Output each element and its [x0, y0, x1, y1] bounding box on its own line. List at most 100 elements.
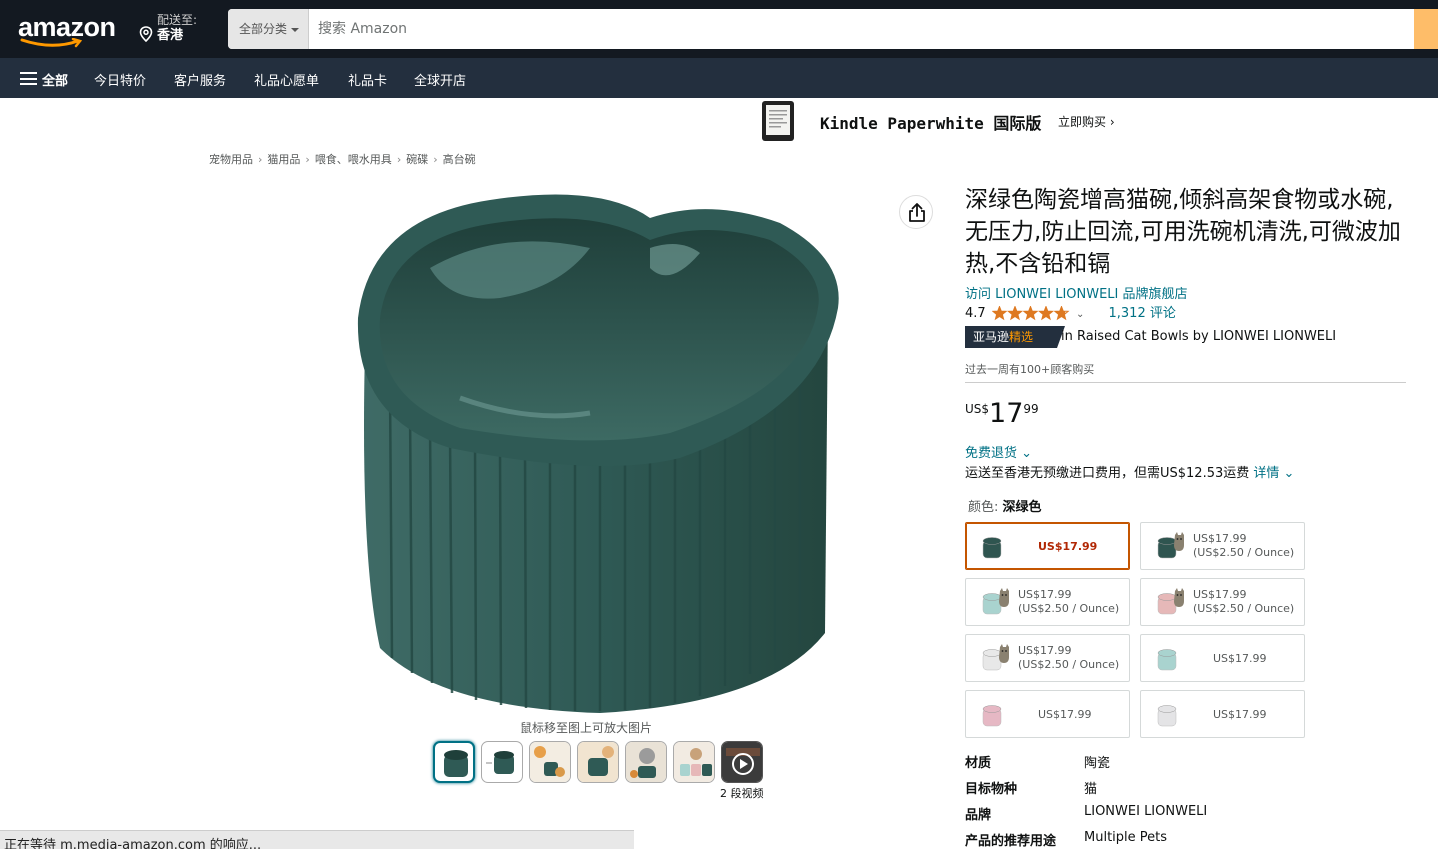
- price-currency: US$: [965, 402, 990, 416]
- swatch-price-value: US$17.99: [1038, 540, 1098, 553]
- star-icon: [1039, 306, 1053, 320]
- breadcrumb-separator: ›: [258, 153, 263, 166]
- nav-all[interactable]: 全部: [42, 70, 68, 89]
- swatch-price: US$17.99: [1213, 708, 1267, 722]
- shipping-info: 运送至香港无预缴进口费用，但需US$12.53运费 详情 ⌄: [965, 462, 1294, 481]
- swatch-thumbnail-icon: [1157, 649, 1177, 671]
- breadcrumb-item[interactable]: 宠物用品: [209, 153, 253, 166]
- swatch-thumbnail-icon: [982, 537, 1002, 559]
- nav-bar: 全部 今日特价 客户服务 礼品心愿单 礼品卡 全球开店: [0, 58, 1438, 98]
- star-icon: [1023, 306, 1037, 320]
- kindle-device-icon: [762, 101, 794, 141]
- swatch-price: US$17.99 (US$2.50 / Ounce): [1193, 588, 1294, 616]
- search-category-label: 全部分类: [239, 22, 288, 36]
- search-input[interactable]: [310, 9, 1414, 49]
- price-fraction: 99: [1023, 402, 1039, 416]
- swatch-thumbnail-icon: [982, 705, 1002, 727]
- zoom-hint: 鼠标移至图上可放大图片: [520, 721, 653, 735]
- swatch-thumbnail-icon: [1157, 705, 1177, 727]
- swatch-thumbnail-icon: [1157, 588, 1184, 615]
- rating-row: 4.7 ⌄ 1,312 评论: [965, 302, 1176, 321]
- breadcrumb-separator: ›: [396, 153, 402, 166]
- swatch-price-value: US$17.99: [1213, 708, 1267, 721]
- spec-key: 目标物种: [965, 782, 1018, 797]
- search-category-select[interactable]: 全部分类: [228, 9, 309, 49]
- breadcrumb-separator: ›: [433, 153, 438, 166]
- product-title: 深绿色陶瓷增高猫碗,倾斜高架食物或水碗,无压力,防止回流,可用洗碗机清洗,可微波…: [965, 187, 1401, 277]
- choice-prefix: 亚马逊: [973, 330, 1010, 344]
- swatch-thumbnail-icon: [982, 644, 1009, 671]
- store-link[interactable]: 访问 LIONWEI LIONWELI 品牌旗舰店: [965, 283, 1188, 302]
- shipping-text: 运送至香港无预缴进口费用，但需US$12.53运费: [965, 466, 1254, 481]
- swatch-price: US$17.99: [1038, 540, 1097, 554]
- breadcrumb-item[interactable]: 喂食、喂水用具: [315, 153, 392, 166]
- nav-item-registry[interactable]: 礼品心愿单: [254, 70, 319, 89]
- color-swatch[interactable]: US$17.99: [965, 690, 1130, 738]
- swatch-price-value: US$17.99: [1213, 652, 1267, 665]
- swatch-unit-price: (US$2.50 / Ounce): [1018, 658, 1120, 671]
- hamburger-menu-icon[interactable]: [20, 72, 37, 85]
- breadcrumb-item[interactable]: 高台碗: [443, 153, 476, 166]
- color-swatch[interactable]: US$17.99: [965, 522, 1130, 570]
- free-returns-link[interactable]: 免费退货 ⌄: [965, 442, 1032, 461]
- nav-item-customer-service[interactable]: 客户服务: [174, 70, 226, 89]
- swatch-price: US$17.99 (US$2.50 / Ounce): [1018, 588, 1119, 616]
- swatch-thumbnail-icon: [1157, 532, 1184, 559]
- swatch-thumbnail-icon: [982, 588, 1009, 615]
- loading-status-bar: 正在等待 m.media-amazon.com 的响应...: [0, 830, 634, 849]
- thumbnail[interactable]: [433, 741, 475, 783]
- spec-value: 陶瓷: [1084, 756, 1111, 771]
- thumbnail[interactable]: [673, 741, 715, 783]
- nav-item-sell[interactable]: 全球开店: [414, 70, 466, 89]
- shipping-details-link[interactable]: 详情 ⌄: [1253, 466, 1294, 481]
- star-rating-icon[interactable]: [991, 306, 1070, 321]
- choice-label: 亚马逊精选: [965, 326, 1057, 348]
- bought-count: 过去一周有100+顾客购买: [965, 363, 1095, 376]
- star-icon: [992, 306, 1006, 320]
- thumbnail[interactable]: [577, 741, 619, 783]
- banner-cta[interactable]: 立即购买 ›: [1058, 113, 1115, 130]
- color-swatch[interactable]: US$17.99 (US$2.50 / Ounce): [965, 578, 1130, 626]
- choice-category-text[interactable]: in Raised Cat Bowls by LIONWEI LIONWELI: [1061, 329, 1336, 344]
- price: US$1799: [965, 398, 1039, 429]
- color-swatch[interactable]: US$17.99 (US$2.50 / Ounce): [1140, 522, 1305, 570]
- color-swatch[interactable]: US$17.99 (US$2.50 / Ounce): [965, 634, 1130, 682]
- color-swatch[interactable]: US$17.99 (US$2.50 / Ounce): [1140, 578, 1305, 626]
- spec-key: 品牌: [965, 808, 992, 823]
- chevron-down-icon[interactable]: ⌄: [1076, 309, 1084, 320]
- top-header: amazon 配送至: 香港 全部分类: [0, 0, 1438, 58]
- chevron-down-icon: [291, 27, 300, 32]
- color-swatch[interactable]: US$17.99: [1140, 634, 1305, 682]
- divider: [965, 382, 1406, 383]
- nav-item-deals[interactable]: 今日特价: [94, 70, 146, 89]
- breadcrumb-item[interactable]: 碗碟: [406, 153, 428, 166]
- swatch-price-value: US$17.99: [1038, 708, 1092, 721]
- main-product-image[interactable]: [350, 178, 845, 718]
- swatch-unit-price: (US$2.50 / Ounce): [1193, 546, 1295, 559]
- share-button[interactable]: [899, 195, 933, 229]
- swatch-price-value: US$17.99: [1193, 588, 1247, 601]
- rating-value: 4.7: [965, 306, 986, 321]
- spec-value: Multiple Pets: [1084, 830, 1168, 845]
- thumbnail[interactable]: [529, 741, 571, 783]
- deliver-to[interactable]: 配送至: 香港: [137, 13, 197, 43]
- nav-item-gift-cards[interactable]: 礼品卡: [348, 70, 387, 89]
- logo-smile-icon: [20, 38, 83, 48]
- thumbnail[interactable]: [625, 741, 667, 783]
- thumbnail[interactable]: [481, 741, 523, 783]
- video-thumbnail[interactable]: [721, 741, 763, 783]
- swatch-unit-price: (US$2.50 / Ounce): [1193, 602, 1295, 615]
- breadcrumb-separator: ›: [305, 153, 310, 166]
- search-bar: 全部分类: [228, 9, 1438, 49]
- deliver-location: 香港: [157, 28, 184, 43]
- color-swatch[interactable]: US$17.99: [1140, 690, 1305, 738]
- price-whole: 17: [989, 398, 1024, 429]
- color-selected-value: 深绿色: [1002, 500, 1042, 515]
- search-button[interactable]: [1414, 9, 1438, 49]
- deliver-label: 配送至:: [157, 13, 198, 27]
- reviews-link[interactable]: 1,312 评论: [1109, 306, 1176, 321]
- breadcrumb-item[interactable]: 猫用品: [267, 153, 300, 166]
- swatch-price-value: US$17.99: [1018, 588, 1072, 601]
- swatch-unit-price: (US$2.50 / Ounce): [1018, 602, 1120, 615]
- spec-key: 产品的推荐用途: [965, 834, 1057, 849]
